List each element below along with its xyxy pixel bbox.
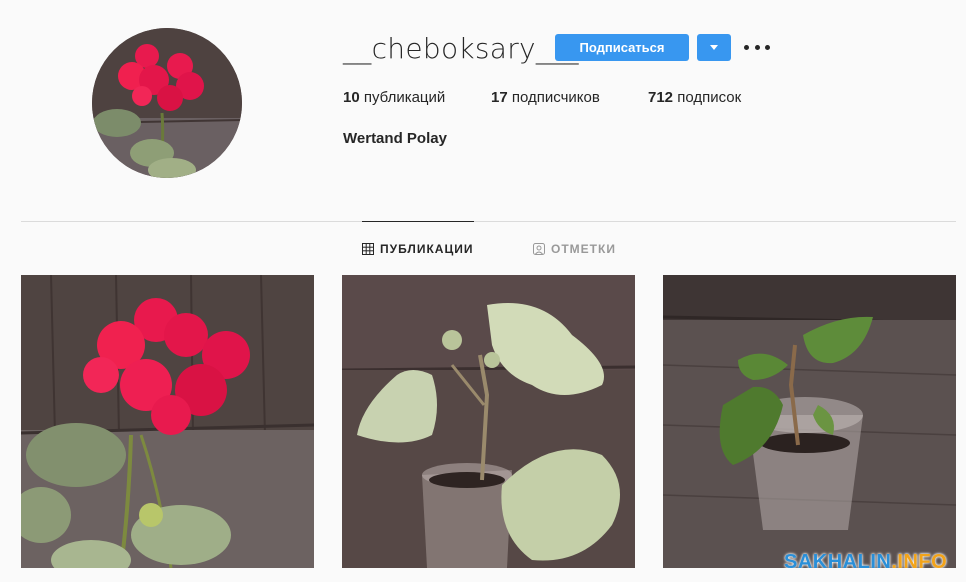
post-tile[interactable]	[21, 275, 314, 568]
profile-avatar[interactable]	[92, 28, 242, 178]
stat-followers[interactable]: 17 подписчиков	[491, 89, 600, 106]
more-options-button[interactable]	[744, 38, 770, 56]
stat-posts: 10 публикаций	[343, 89, 445, 106]
stat-posts-label: публикаций	[363, 89, 446, 106]
full-name: Wertand Polay	[343, 130, 447, 147]
tagged-person-icon	[533, 243, 545, 255]
follow-button[interactable]: Подписаться	[555, 34, 689, 61]
chevron-down-icon	[710, 45, 718, 50]
stat-following-count: 712	[648, 89, 674, 106]
dot-icon	[765, 44, 770, 50]
watermark-part-2: .INFO	[891, 551, 948, 573]
stat-posts-count: 10	[343, 89, 360, 106]
tab-posts[interactable]: ПУБЛИКАЦИИ	[362, 242, 473, 256]
tab-tagged-label: ОТМЕТКИ	[551, 242, 616, 256]
active-tab-indicator	[362, 221, 474, 222]
section-divider	[21, 221, 956, 222]
stat-followers-count: 17	[491, 89, 508, 106]
sakhalin-info-watermark: SAKHALIN.INFO	[784, 551, 947, 574]
dot-icon	[754, 44, 760, 50]
post-image-young-plant	[663, 275, 956, 568]
grid-icon	[362, 243, 374, 255]
stat-following-label: подписок	[677, 89, 742, 106]
post-tile[interactable]	[342, 275, 635, 568]
watermark-part-1: SAKHALIN	[784, 551, 892, 573]
username: __cheboksary___	[343, 32, 579, 65]
stat-following[interactable]: 712 подписок	[648, 89, 741, 106]
tab-tagged[interactable]: ОТМЕТКИ	[533, 242, 616, 256]
post-image-geranium	[21, 275, 314, 568]
tab-posts-label: ПУБЛИКАЦИИ	[380, 242, 474, 256]
post-image-seedling	[342, 275, 635, 568]
dot-icon	[744, 44, 749, 50]
stat-followers-label: подписчиков	[511, 89, 600, 106]
suggestions-dropdown-button[interactable]	[697, 34, 731, 61]
avatar-image	[92, 28, 242, 178]
post-tile[interactable]	[663, 275, 956, 568]
